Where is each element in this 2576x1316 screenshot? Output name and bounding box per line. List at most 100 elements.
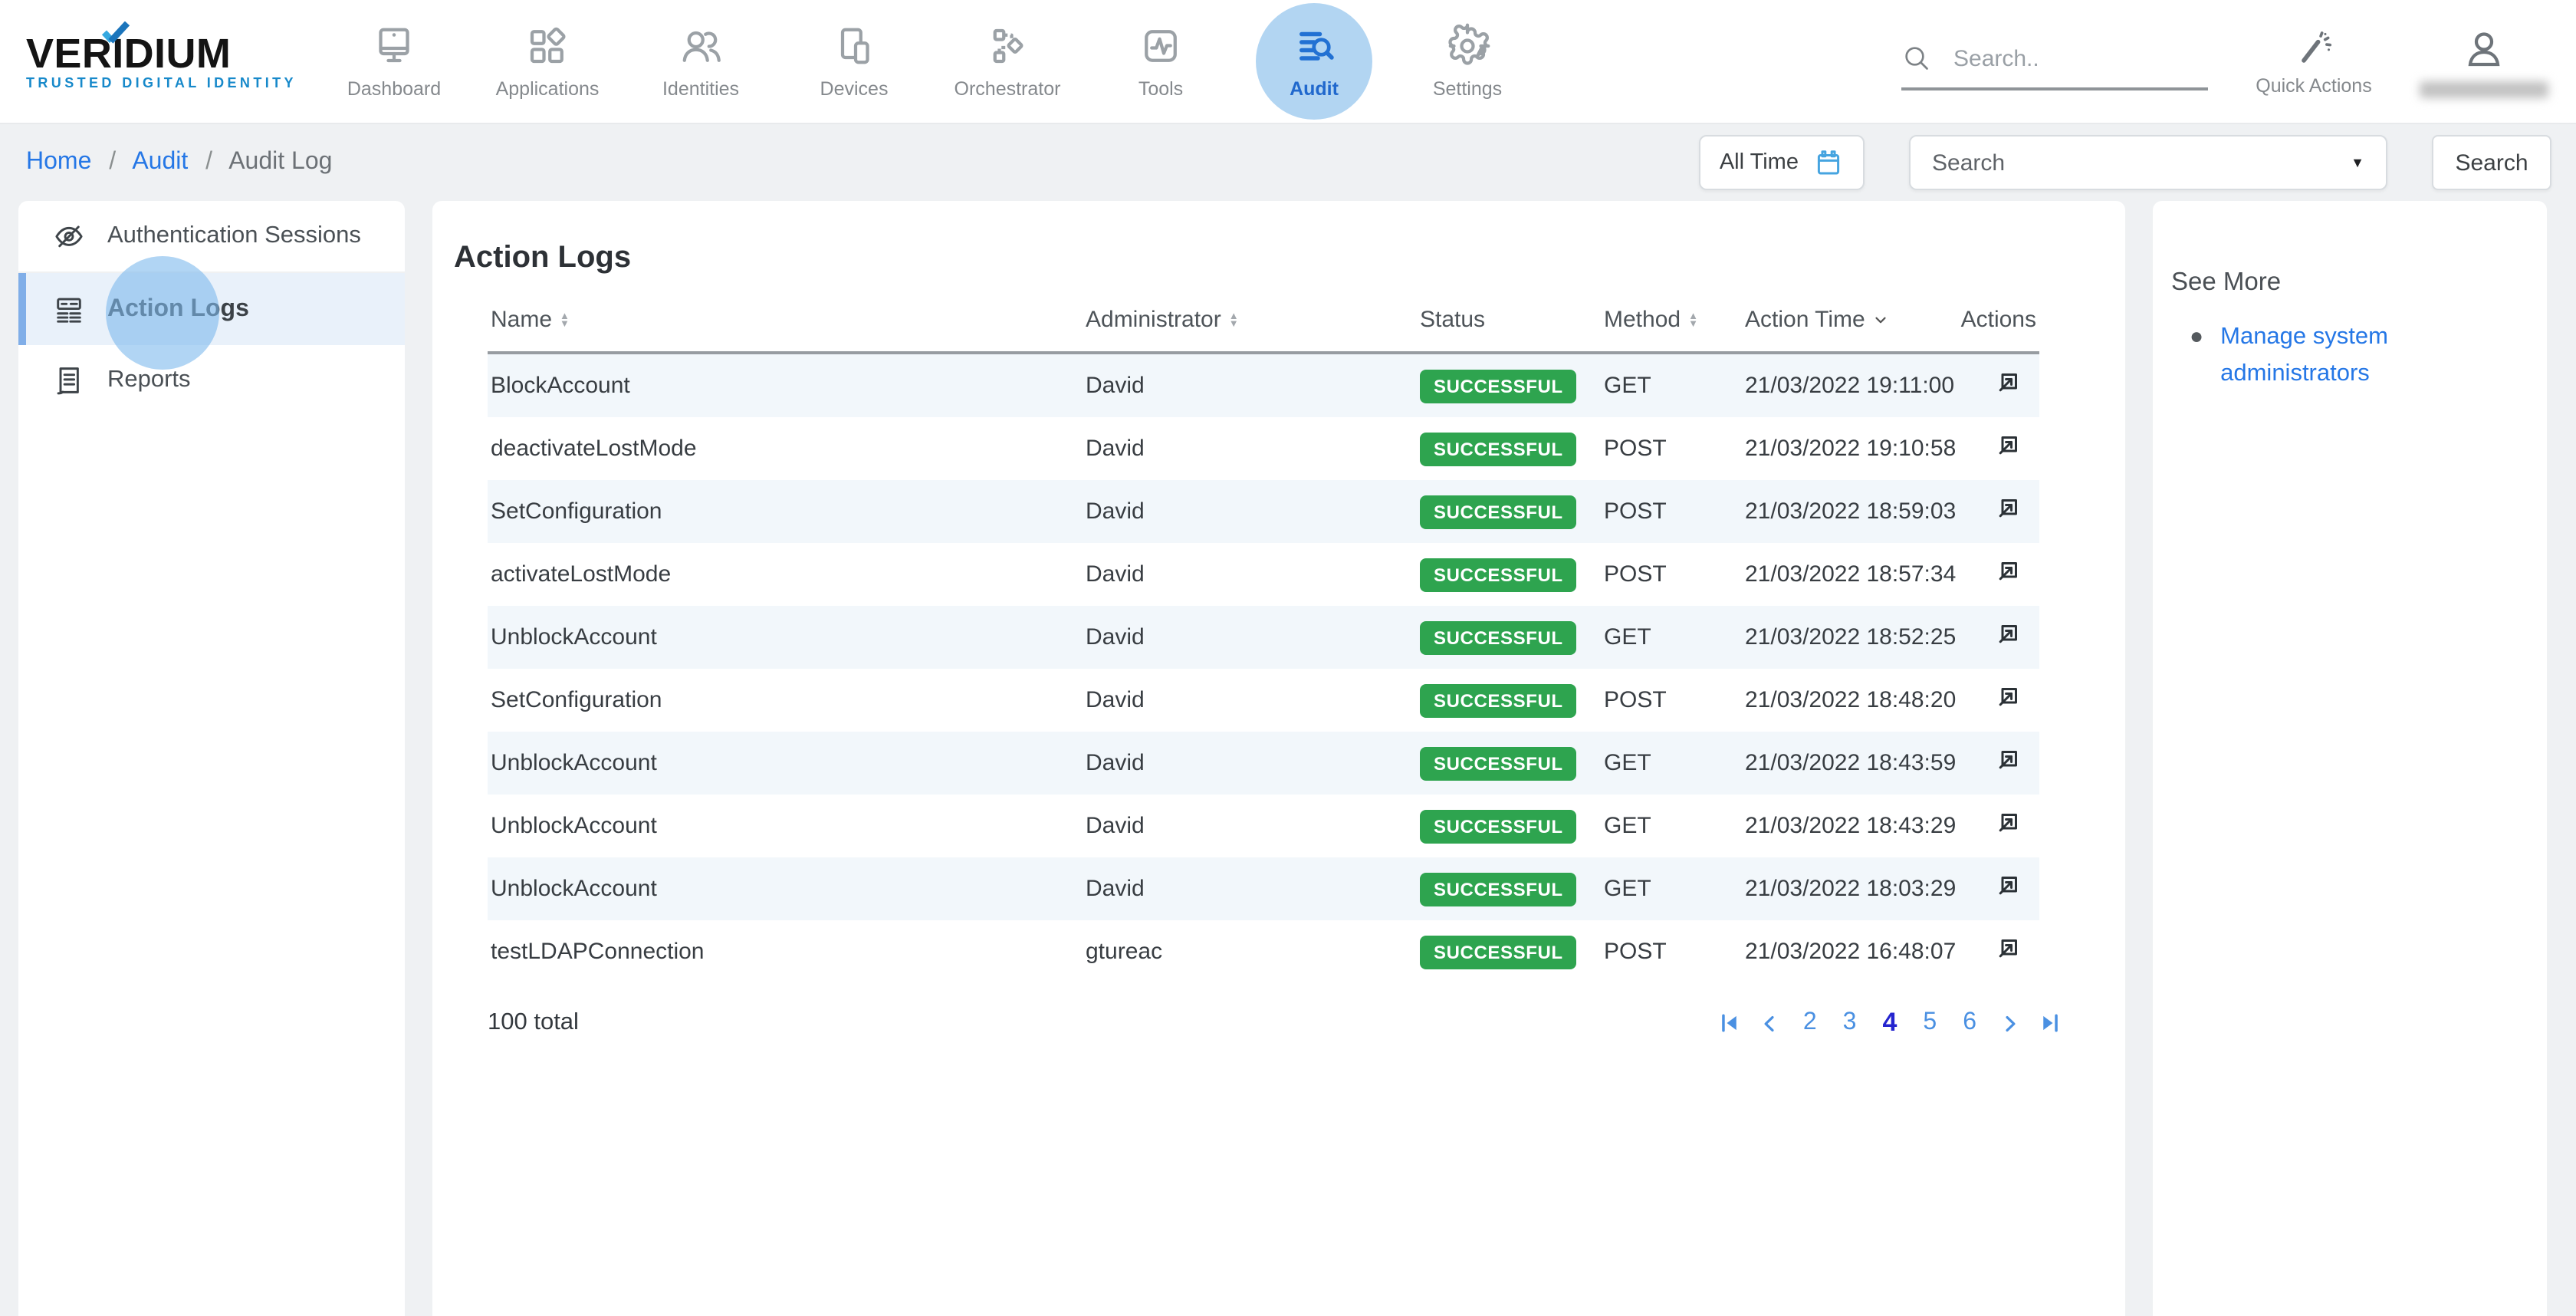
primary-nav: Dashboard Applications Identities Device… — [317, 3, 1544, 120]
dropdown-caret-icon: ▼ — [2351, 155, 2364, 170]
top-navigation-bar: VERIDIUM TRUSTED DIGITAL IDENTITY Dashbo… — [0, 0, 2576, 124]
open-log-icon[interactable] — [1992, 681, 2024, 713]
table-header-row: Name▲▼ Administrator▲▼ Status Method▲▼ A… — [488, 298, 2039, 353]
breadcrumb-separator: / — [205, 149, 212, 175]
column-header-name[interactable]: Name▲▼ — [488, 298, 1083, 353]
table-row[interactable]: testLDAPConnection gtureac SUCCESSFUL PO… — [488, 920, 2039, 983]
veridium-logo[interactable]: VERIDIUM TRUSTED DIGITAL IDENTITY — [26, 33, 299, 90]
nav-item-identities[interactable]: Identities — [624, 3, 777, 120]
first-page-button[interactable] — [1719, 1012, 1740, 1034]
breadcrumb-audit-link[interactable]: Audit — [132, 149, 188, 175]
cell-administrator: David — [1083, 353, 1417, 417]
pagination-page[interactable]: 2 — [1800, 1009, 1820, 1037]
table-row[interactable]: deactivateLostMode David SUCCESSFUL POST… — [488, 417, 2039, 480]
table-row[interactable]: BlockAccount David SUCCESSFUL GET 21/03/… — [488, 353, 2039, 417]
nav-item-dashboard[interactable]: Dashboard — [317, 3, 471, 120]
nav-item-label: Audit — [1290, 78, 1339, 100]
status-badge: SUCCESSFUL — [1420, 558, 1577, 591]
nav-item-label: Settings — [1433, 78, 1502, 100]
tools-icon — [1138, 23, 1184, 69]
user-avatar-icon — [2461, 25, 2507, 71]
next-page-button[interactable] — [1999, 1013, 2019, 1033]
audit-icon — [1291, 23, 1337, 69]
cell-name: SetConfiguration — [488, 480, 1083, 543]
nav-item-label: Orchestrator — [955, 78, 1061, 100]
cell-administrator: David — [1083, 857, 1417, 920]
open-log-icon[interactable] — [1992, 618, 2024, 650]
table-row[interactable]: activateLostMode David SUCCESSFUL POST 2… — [488, 543, 2039, 606]
column-header-action-time[interactable]: Action Time — [1742, 298, 1966, 353]
pagination-page[interactable]: 6 — [1960, 1009, 1980, 1037]
table-row[interactable]: SetConfiguration David SUCCESSFUL POST 2… — [488, 480, 2039, 543]
breadcrumb-home-link[interactable]: Home — [26, 149, 91, 175]
column-header-administrator[interactable]: Administrator▲▼ — [1083, 298, 1417, 353]
status-badge: SUCCESSFUL — [1420, 369, 1577, 403]
nav-item-devices[interactable]: Devices — [777, 3, 931, 120]
open-log-icon[interactable] — [1992, 870, 2024, 902]
nav-item-tools[interactable]: Tools — [1084, 3, 1237, 120]
open-log-icon[interactable] — [1992, 555, 2024, 587]
last-page-button[interactable] — [2039, 1012, 2061, 1034]
cell-name: testLDAPConnection — [488, 920, 1083, 983]
time-range-button[interactable]: All Time — [1700, 135, 1865, 190]
list-item: ● Manage system administrators — [2171, 319, 2525, 391]
column-header-actions: Actions — [1966, 298, 2039, 353]
sidebar-item-label: Reports — [107, 367, 191, 394]
table-row[interactable]: SetConfiguration David SUCCESSFUL POST 2… — [488, 669, 2039, 732]
open-log-icon[interactable] — [1992, 933, 2024, 965]
nav-item-label: Tools — [1138, 78, 1183, 100]
nav-item-orchestrator[interactable]: Orchestrator — [931, 3, 1084, 120]
search-submit-button[interactable]: Search — [2432, 135, 2551, 190]
sort-icon: ▲▼ — [560, 312, 570, 327]
account-menu[interactable] — [2410, 25, 2558, 97]
logo-tagline: TRUSTED DIGITAL IDENTITY — [26, 74, 299, 90]
search-field-select[interactable]: Search ▼ — [1909, 135, 2387, 190]
pagination-page[interactable]: 3 — [1840, 1009, 1860, 1037]
table-row[interactable]: UnblockAccount David SUCCESSFUL GET 21/0… — [488, 857, 2039, 920]
open-log-icon[interactable] — [1992, 429, 2024, 462]
sidebar-item-reports[interactable]: Reports — [18, 345, 405, 416]
table-row[interactable]: UnblockAccount David SUCCESSFUL GET 21/0… — [488, 795, 2039, 857]
pagination: 2 3 4 5 6 — [1719, 1008, 2061, 1038]
sidebar-item-authentication-sessions[interactable]: Authentication Sessions — [18, 201, 405, 273]
open-log-icon[interactable] — [1992, 807, 2024, 839]
quick-actions-button[interactable]: Quick Actions — [2245, 27, 2383, 96]
open-log-icon[interactable] — [1992, 492, 2024, 525]
search-select-value: Search — [1932, 150, 2005, 176]
cell-name: UnblockAccount — [488, 732, 1083, 795]
table-row[interactable]: UnblockAccount David SUCCESSFUL GET 21/0… — [488, 606, 2039, 669]
breadcrumb: Home / Audit / Audit Log — [26, 149, 332, 176]
nav-item-settings[interactable]: Settings — [1391, 3, 1544, 120]
column-header-method[interactable]: Method▲▼ — [1601, 298, 1742, 353]
reports-icon — [52, 364, 86, 397]
cell-method: GET — [1601, 732, 1742, 795]
status-badge: SUCCESSFUL — [1420, 683, 1577, 717]
sidebar-item-label: Action Logs — [107, 295, 249, 323]
cell-method: POST — [1601, 417, 1742, 480]
search-button-label: Search — [2455, 150, 2528, 176]
logo-wordmark: VERIDIUM — [26, 33, 299, 73]
sidebar-item-action-logs[interactable]: Action Logs — [18, 273, 405, 345]
manage-system-administrators-link[interactable]: Manage system administrators — [2220, 319, 2450, 391]
cell-administrator: David — [1083, 480, 1417, 543]
cell-name: BlockAccount — [488, 353, 1083, 417]
dashboard-icon — [371, 23, 417, 69]
pagination-page[interactable]: 4 — [1879, 1008, 1900, 1038]
open-log-icon[interactable] — [1992, 744, 2024, 776]
cell-method: GET — [1601, 353, 1742, 417]
open-log-icon[interactable] — [1992, 367, 2024, 399]
audit-sidebar: Authentication Sessions Action Logs Repo… — [18, 201, 405, 1316]
identities-icon — [678, 23, 724, 69]
action-logs-table-wrap: Name▲▼ Administrator▲▼ Status Method▲▼ A… — [488, 298, 2039, 983]
previous-page-button[interactable] — [1760, 1013, 1780, 1033]
pagination-page[interactable]: 5 — [1920, 1009, 1940, 1037]
chevron-down-icon — [1873, 311, 1890, 328]
cell-action-time: 21/03/2022 18:57:34 — [1742, 543, 1966, 606]
nav-item-applications[interactable]: Applications — [471, 3, 624, 120]
calendar-icon — [1812, 146, 1845, 179]
nav-item-audit[interactable]: Audit — [1237, 3, 1391, 120]
filter-toolbar: All Time Search ▼ Search — [1700, 135, 2551, 190]
table-row[interactable]: UnblockAccount David SUCCESSFUL GET 21/0… — [488, 732, 2039, 795]
total-count: 100 total — [488, 1009, 579, 1037]
global-search-input[interactable] — [1950, 44, 2187, 73]
